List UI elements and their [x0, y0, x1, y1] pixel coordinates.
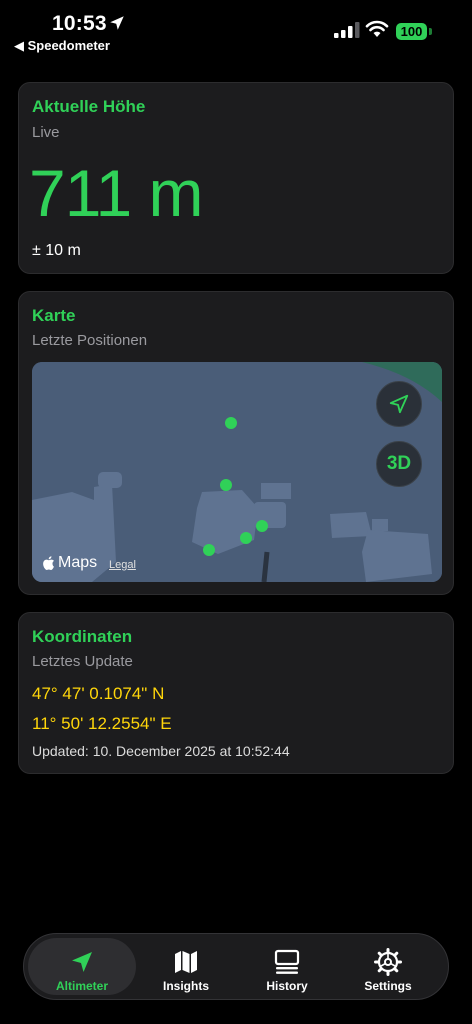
tab-altimeter[interactable]: Altimeter	[28, 938, 136, 995]
coordinates-card-title: Koordinaten	[32, 627, 133, 646]
tab-label: Altimeter	[55, 979, 108, 993]
map-card-subtitle: Letzte Positionen	[32, 332, 148, 349]
map-position-point	[225, 417, 237, 429]
map-building-2	[98, 472, 122, 488]
apple-maps-logo: Maps	[42, 554, 97, 572]
history-icon	[274, 949, 300, 974]
map-3d-button[interactable]: 3D	[376, 441, 422, 487]
maps-legal-link[interactable]: Legal	[109, 559, 136, 571]
altitude-card: Aktuelle Höhe Live 711 m ± 10 m	[18, 82, 454, 274]
altitude-accuracy: ± 10 m	[32, 242, 81, 259]
wifi-icon	[365, 20, 389, 37]
location-services-icon	[110, 16, 124, 30]
map-building-7	[372, 519, 388, 531]
map-position-point	[220, 479, 232, 491]
maps-logo-text: Maps	[58, 554, 98, 571]
coordinates-card: Koordinaten Letztes Update 47° 47' 0.107…	[18, 612, 454, 774]
tab-insights[interactable]: Insights	[132, 938, 240, 995]
battery-cap	[429, 28, 432, 35]
cellular-signal-icon	[334, 22, 360, 38]
coordinates-card-subtitle: Letztes Update	[32, 653, 133, 670]
map-road	[261, 551, 270, 582]
tab-settings[interactable]: Settings	[334, 938, 442, 995]
map-position-point	[240, 532, 252, 544]
map-view[interactable]: 3D Maps Legal	[32, 362, 442, 582]
tab-history[interactable]: History	[233, 938, 341, 995]
altitude-card-subtitle: Live	[32, 124, 60, 141]
apple-logo-icon	[43, 556, 54, 570]
status-time: 10:53	[52, 12, 107, 35]
location-arrow-icon	[72, 952, 92, 972]
map-position-point	[203, 544, 215, 556]
tab-label: Settings	[364, 979, 412, 993]
gear-icon	[374, 948, 402, 976]
altitude-value: 711 m	[29, 156, 204, 230]
map-locate-button[interactable]	[376, 381, 422, 427]
latitude-value: 47° 47' 0.1074" N	[32, 684, 165, 703]
tab-label: History	[266, 979, 308, 993]
tab-label: Insights	[162, 979, 209, 993]
screen: 10:53 ◀ Speedometer 100 Aktuelle Höhe Li…	[0, 0, 472, 1024]
location-arrow-icon	[389, 394, 409, 414]
battery-indicator: 100	[396, 23, 427, 40]
longitude-value: 11° 50' 12.2554" E	[32, 714, 172, 733]
map-position-point	[256, 520, 268, 532]
map-building-8	[362, 530, 432, 582]
back-to-app-link[interactable]: ◀ Speedometer	[14, 38, 110, 54]
last-updated-text: Updated: 10. December 2025 at 10:52:44	[32, 743, 290, 759]
map-card: Karte Letzte Positionen 3D Maps Legal	[18, 291, 454, 595]
map-icon	[175, 951, 197, 973]
map-building-6	[330, 512, 372, 538]
altitude-card-title: Aktuelle Höhe	[32, 97, 146, 116]
tab-bar: Altimeter Insights History Settings	[23, 933, 449, 1000]
map-building-4	[261, 483, 291, 499]
status-bar: 10:53 ◀ Speedometer 100	[0, 0, 472, 60]
map-card-title: Karte	[32, 306, 76, 325]
